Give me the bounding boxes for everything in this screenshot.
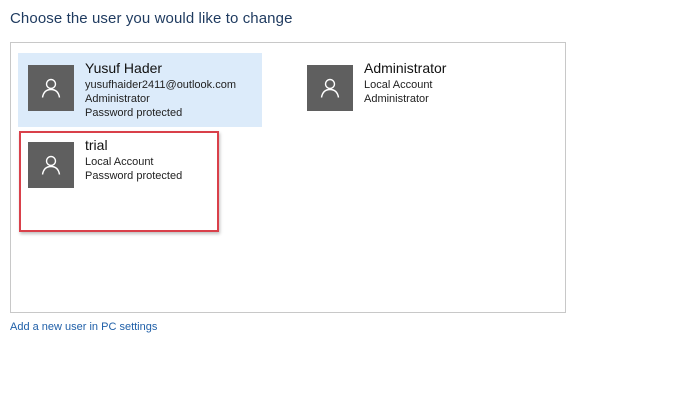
user-silhouette-icon — [40, 154, 62, 176]
user-avatar — [28, 65, 74, 111]
user-tile-trial[interactable]: trial Local Account Password protected — [18, 130, 262, 204]
user-name: Administrator — [364, 60, 447, 76]
manage-accounts-page: Choose the user you would like to change… — [0, 0, 681, 397]
user-avatar — [28, 142, 74, 188]
user-silhouette-icon — [319, 77, 341, 99]
user-silhouette-icon — [40, 77, 62, 99]
user-list-panel: Yusuf Hader yusufhaider2411@outlook.com … — [10, 42, 566, 313]
user-account-type: Administrator — [364, 93, 429, 105]
user-account-kind: Local Account — [85, 156, 154, 168]
add-new-user-link[interactable]: Add a new user in PC settings — [10, 321, 157, 333]
user-password-status: Password protected — [85, 107, 183, 119]
user-avatar — [307, 65, 353, 111]
user-password-status: Password protected — [85, 170, 183, 182]
user-name: Yusuf Hader — [85, 60, 163, 76]
page-title: Choose the user you would like to change — [10, 10, 293, 27]
user-name: trial — [85, 137, 108, 153]
user-tile-administrator[interactable]: Administrator Local Account Administrato… — [297, 53, 541, 127]
user-email: yusufhaider2411@outlook.com — [85, 79, 236, 91]
user-account-type: Administrator — [85, 93, 150, 105]
user-tile-yusuf-hader[interactable]: Yusuf Hader yusufhaider2411@outlook.com … — [18, 53, 262, 127]
user-account-kind: Local Account — [364, 79, 433, 91]
